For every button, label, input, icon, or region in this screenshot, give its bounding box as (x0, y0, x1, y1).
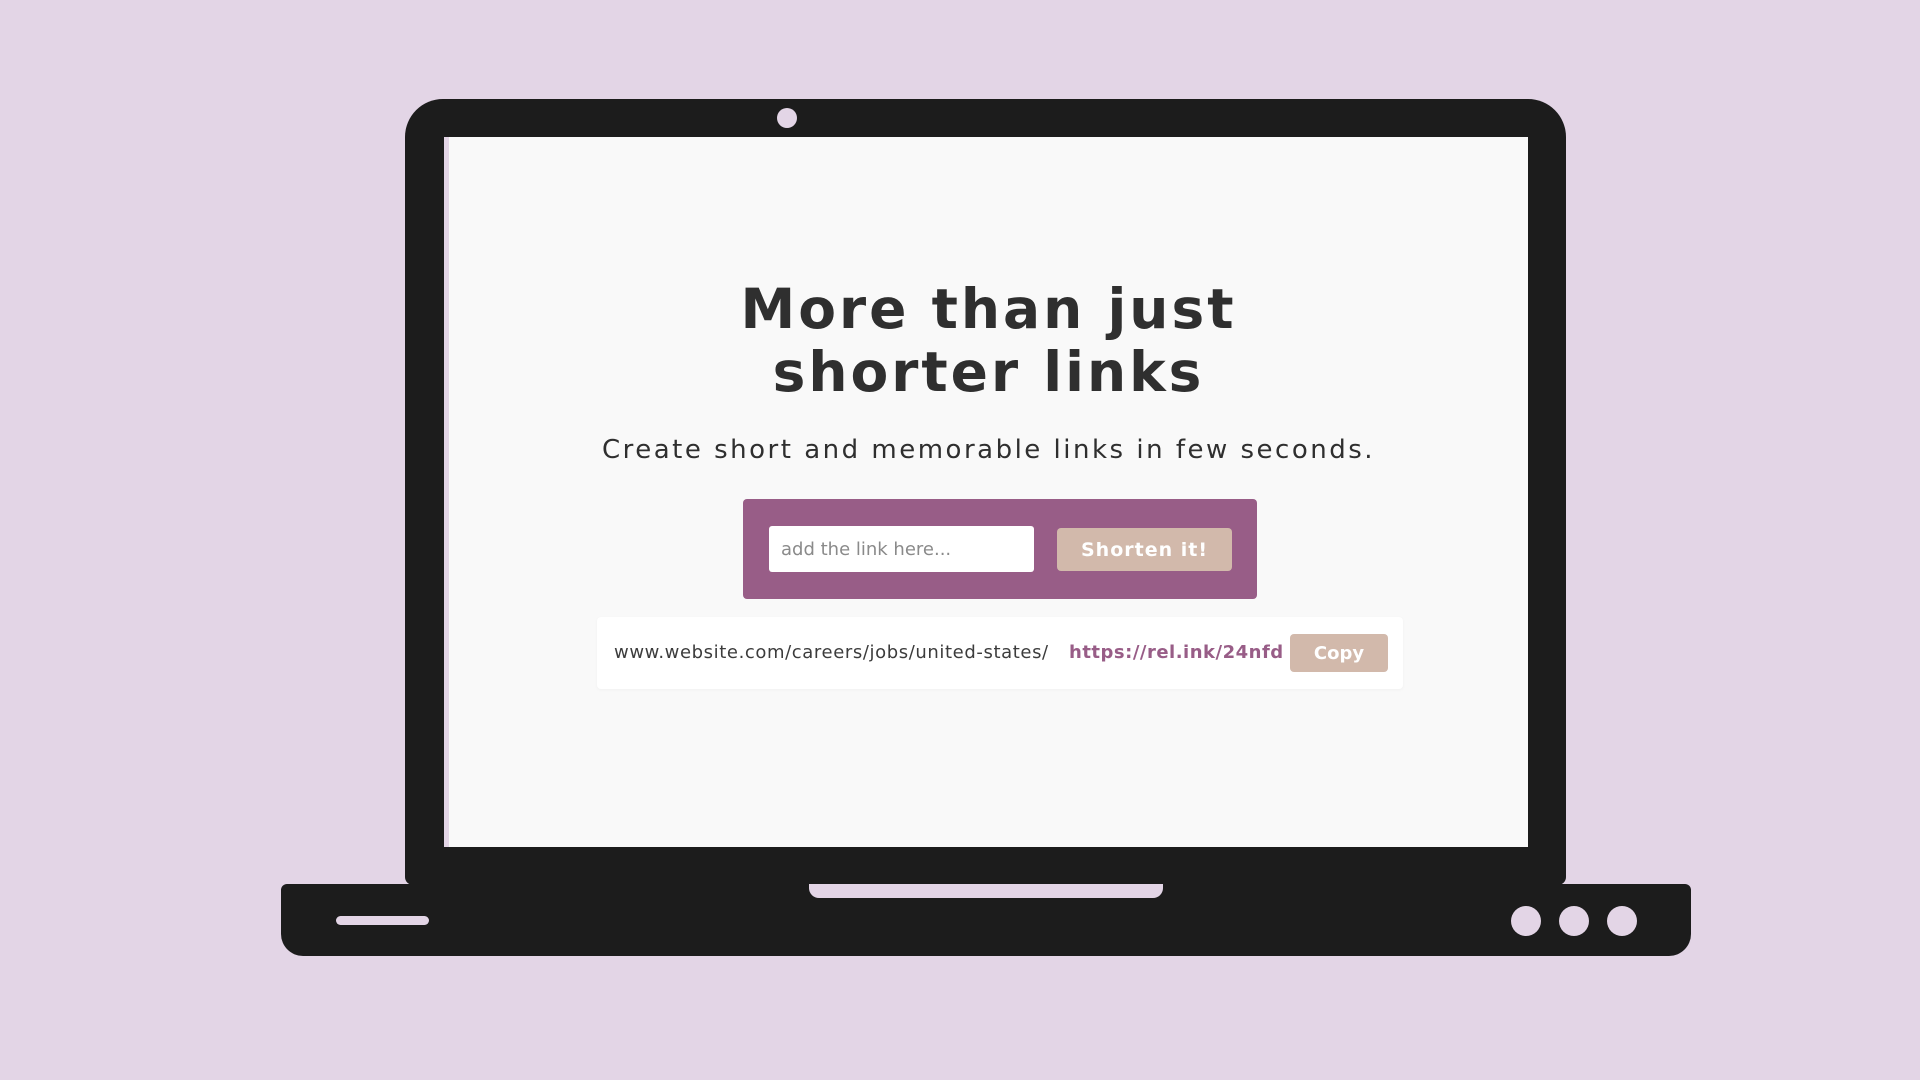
laptop-lid: More than just shorter links Create short… (405, 99, 1566, 885)
base-slot (336, 916, 429, 925)
indicator-light-icon (1511, 906, 1541, 936)
shorten-form: Shorten it! (743, 499, 1257, 599)
page-subtitle: Create short and memorable links in few … (601, 435, 1376, 465)
headline-line-1: More than just (740, 277, 1237, 341)
headline-line-2: shorter links (772, 340, 1205, 404)
shorten-button[interactable]: Shorten it! (1057, 528, 1232, 571)
copy-button[interactable]: Copy (1290, 634, 1388, 672)
webcam-icon (777, 108, 797, 128)
short-url-link[interactable]: https://rel.ink/24nfd (1069, 641, 1284, 665)
laptop-base (281, 884, 1691, 956)
page-title: More than just shorter links (449, 278, 1528, 404)
hero-section: More than just shorter links Create short… (449, 137, 1528, 847)
result-item: www.website.com/careers/jobs/united-stat… (597, 617, 1403, 689)
original-url: www.website.com/careers/jobs/united-stat… (614, 642, 1049, 663)
trackpad-notch (809, 884, 1163, 898)
link-input[interactable] (769, 526, 1034, 572)
indicator-light-icon (1559, 906, 1589, 936)
indicator-lights (1511, 906, 1651, 936)
indicator-light-icon (1607, 906, 1637, 936)
laptop-screen: More than just shorter links Create short… (444, 137, 1528, 847)
